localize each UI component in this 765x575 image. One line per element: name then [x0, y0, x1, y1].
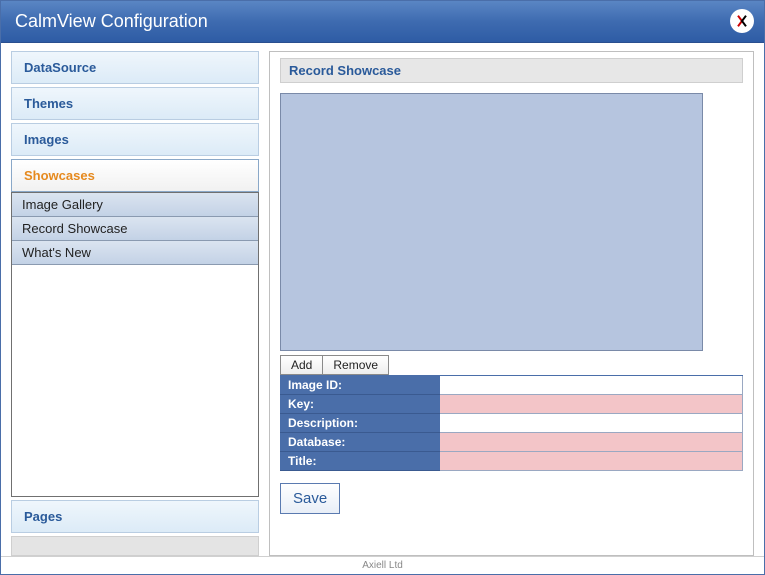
- input-key[interactable]: [440, 395, 743, 414]
- action-tabs: Add Remove: [280, 355, 743, 375]
- label-image-id: Image ID:: [280, 376, 440, 395]
- panel-heading: Record Showcase: [280, 58, 743, 83]
- remove-button[interactable]: Remove: [322, 355, 389, 375]
- label-database: Database:: [280, 433, 440, 452]
- nav-spacer: [11, 536, 259, 556]
- input-database[interactable]: [440, 433, 743, 452]
- nav-images[interactable]: Images: [11, 123, 259, 156]
- nav-pages[interactable]: Pages: [11, 500, 259, 533]
- nav-showcases[interactable]: Showcases: [11, 159, 259, 192]
- showcases-sublist: Image Gallery Record Showcase What's New: [11, 192, 259, 497]
- properties-form: Image ID: Key: Description: Database: Ti…: [280, 375, 743, 471]
- sublist-empty-area: [12, 265, 258, 496]
- sub-whats-new[interactable]: What's New: [12, 241, 258, 265]
- footer-text: Axiell Ltd: [1, 556, 764, 574]
- save-button[interactable]: Save: [280, 483, 340, 514]
- input-title[interactable]: [440, 452, 743, 471]
- nav-datasource[interactable]: DataSource: [11, 51, 259, 84]
- sub-record-showcase[interactable]: Record Showcase: [12, 217, 258, 241]
- input-description[interactable]: [440, 414, 743, 433]
- showcase-preview[interactable]: [280, 93, 703, 351]
- main-panel: Record Showcase Add Remove Image ID: Key…: [269, 51, 754, 556]
- input-image-id[interactable]: [440, 376, 743, 395]
- label-description: Description:: [280, 414, 440, 433]
- label-title: Title:: [280, 452, 440, 471]
- title-bar: CalmView Configuration: [1, 1, 764, 43]
- add-button[interactable]: Add: [280, 355, 323, 375]
- nav-themes[interactable]: Themes: [11, 87, 259, 120]
- brand-icon: [730, 9, 754, 33]
- app-title: CalmView Configuration: [15, 11, 208, 31]
- sidebar: DataSource Themes Images Showcases Image…: [11, 51, 259, 556]
- label-key: Key:: [280, 395, 440, 414]
- sub-image-gallery[interactable]: Image Gallery: [12, 193, 258, 217]
